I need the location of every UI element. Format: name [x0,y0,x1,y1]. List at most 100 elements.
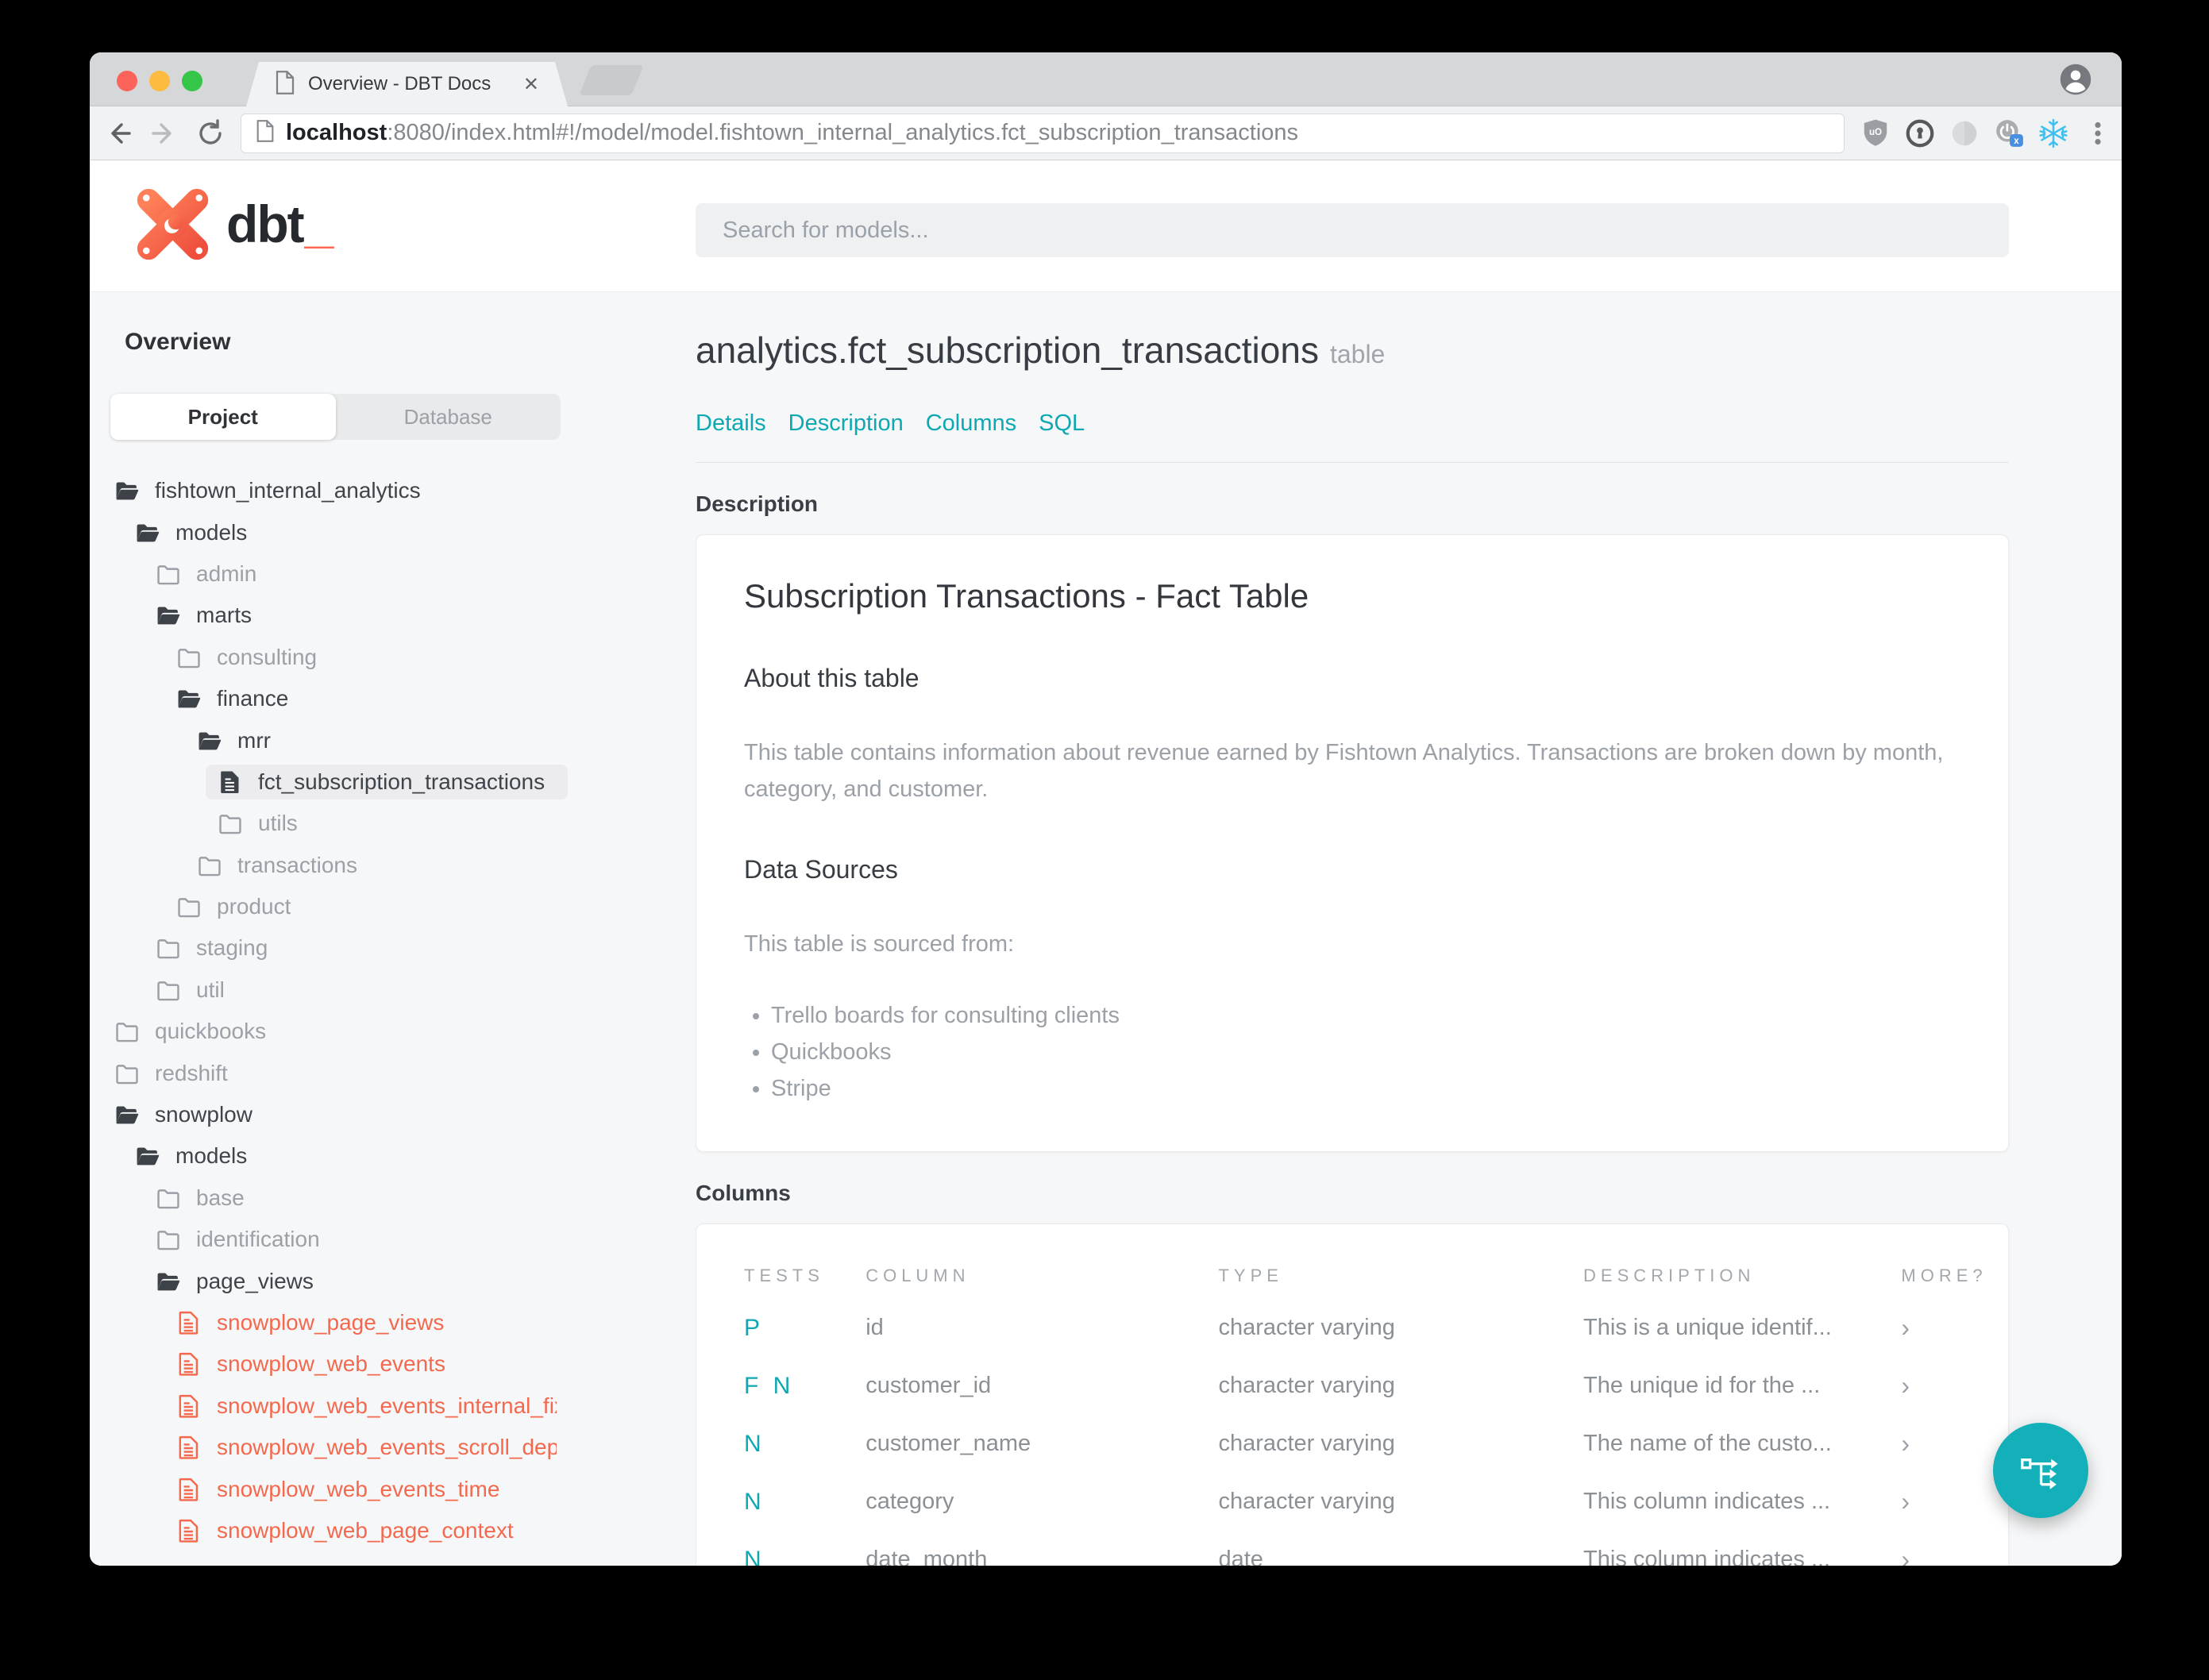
tree-item-label: transactions [237,852,357,877]
column-row[interactable]: N date_month date This column indicates … [744,1531,1960,1566]
gray-circle-extension-icon[interactable] [1948,117,1981,150]
chevron-right-icon [1901,1545,1910,1566]
column-description: The unique id for the ... [1583,1373,1821,1398]
dbt-logo-cursor: _ [304,195,334,253]
tree-item-label: page_views [196,1268,314,1293]
column-expand[interactable] [1863,1487,1960,1516]
model-file-red-icon [175,1393,202,1420]
tree-item[interactable]: consulting [90,637,696,678]
tree-item[interactable]: models [90,1135,696,1177]
column-description: This is a unique identif... [1583,1315,1832,1340]
folder-icon [217,810,244,837]
tree-item[interactable]: snowplow [90,1094,696,1135]
back-button[interactable] [101,116,136,151]
onepassword-extension-icon[interactable] [1903,117,1937,150]
search-input[interactable] [696,203,2009,257]
model-nav-link[interactable]: SQL [1039,410,1085,437]
tree-item[interactable]: product [90,886,696,927]
tree-item[interactable]: finance [90,678,696,719]
url-bar[interactable]: localhost:8080/index.html#!/model/model.… [241,113,1845,153]
tree-item[interactable]: base [90,1177,696,1219]
dbt-logo[interactable]: dbt_ [135,187,333,262]
tree-item[interactable]: snowplow_web_events_internal_fixed [90,1385,696,1427]
tree-item[interactable]: fct_subscription_transactions [90,761,696,803]
column-type: character varying [1218,1315,1395,1340]
tree-item-label: snowplow_page_views [217,1310,445,1335]
tree-item[interactable]: snowplow_web_events_time [90,1468,696,1509]
model-nav-link[interactable]: Columns [926,410,1016,437]
refresh-button[interactable] [193,116,228,151]
tree-item[interactable]: mrr [90,719,696,761]
column-tests: N [744,1546,765,1566]
lineage-graph-icon [2021,1458,2058,1489]
tree-item[interactable]: models [90,511,696,553]
tree-item[interactable]: admin [90,553,696,595]
tree-item-label: snowplow_web_events_scroll_depth [217,1435,557,1460]
tree-item[interactable]: util [90,969,696,1011]
tree-item[interactable]: transactions [90,845,696,886]
extension-icons: uO x [1859,117,2115,150]
tree-item-label: models [175,1143,248,1169]
close-window-button[interactable] [117,71,137,91]
column-expand[interactable] [1863,1545,1960,1566]
tree-item[interactable]: marts [90,595,696,636]
model-nav: Details Description Columns SQL [696,410,2009,437]
browser-menu-kebab-icon[interactable] [2081,117,2115,150]
dbt-logo-icon [137,188,209,260]
tree-item[interactable]: snowplow_web_events [90,1343,696,1385]
folder-open-icon [196,727,223,754]
tree-item[interactable]: page_views [90,1260,696,1301]
browser-window: Overview - DBT Docs ✕ localhost:8080/ind… [90,52,2122,1566]
minimize-window-button[interactable] [149,71,170,91]
column-expand[interactable] [1863,1313,1960,1343]
column-tests: N [744,1488,765,1515]
header-column: COLUMN [865,1266,970,1285]
model-nav-link[interactable]: Details [696,410,766,437]
column-row[interactable]: F N customer_id character varying The un… [744,1357,1960,1415]
browser-tab[interactable]: Overview - DBT Docs [246,62,568,106]
folder-open-icon [155,602,182,629]
about-heading: About this table [744,664,919,692]
ublock-extension-icon[interactable]: uO [1859,117,1892,150]
tree-item-label: models [175,519,248,545]
main-content: analytics.fct_subscription_transactions t… [696,292,2122,1566]
folder-icon [155,561,182,588]
tree-item[interactable]: fishtown_internal_analytics [90,470,696,511]
sidebar-tab-group: Project Database [110,394,561,440]
tree-item[interactable]: snowplow_web_events_scroll_depth [90,1427,696,1468]
page-title: analytics.fct_subscription_transactions t… [696,329,2009,376]
model-name: analytics.fct_subscription_transactions [696,329,1319,371]
tree-item[interactable]: snowplow_page_views [90,1302,696,1343]
power-extension-icon[interactable]: x [1992,117,2026,150]
browser-profile-icon[interactable] [2058,62,2093,97]
folder-open-icon [114,1101,141,1128]
column-type: character varying [1218,1373,1395,1398]
tab-project[interactable]: Project [110,394,336,440]
column-row[interactable]: P id character varying This is a unique … [744,1299,1960,1357]
tree-item[interactable]: identification [90,1219,696,1260]
column-row[interactable]: N category character varying This column… [744,1473,1960,1531]
lineage-graph-fab-button[interactable] [1993,1423,2088,1518]
tree-item[interactable]: staging [90,927,696,969]
tab-database[interactable]: Database [336,394,561,440]
model-nav-link[interactable]: Description [788,410,904,437]
column-row[interactable]: N customer_name character varying The na… [744,1415,1960,1473]
zoom-window-button[interactable] [182,71,202,91]
tree-item[interactable]: utils [90,803,696,844]
tree-item[interactable]: redshift [90,1052,696,1093]
new-tab-button[interactable] [579,65,644,95]
model-file-red-icon [175,1517,202,1544]
column-expand[interactable] [1863,1429,1960,1458]
tree-item[interactable]: snowplow_web_page_context [90,1510,696,1551]
column-expand[interactable] [1863,1371,1960,1401]
snowflake-extension-icon[interactable] [2037,117,2070,150]
column-description: This column indicates ... [1583,1547,1831,1566]
column-tests: N [744,1430,765,1457]
file-tree: fishtown_internal_analytics models admin… [90,470,696,1551]
model-file-red-icon [175,1351,202,1378]
forward-button[interactable] [147,116,182,151]
folder-open-icon [134,1142,161,1169]
tab-close-icon[interactable] [523,73,539,96]
tree-item[interactable]: quickbooks [90,1011,696,1052]
tree-item-label: snowplow_web_page_context [217,1517,514,1543]
